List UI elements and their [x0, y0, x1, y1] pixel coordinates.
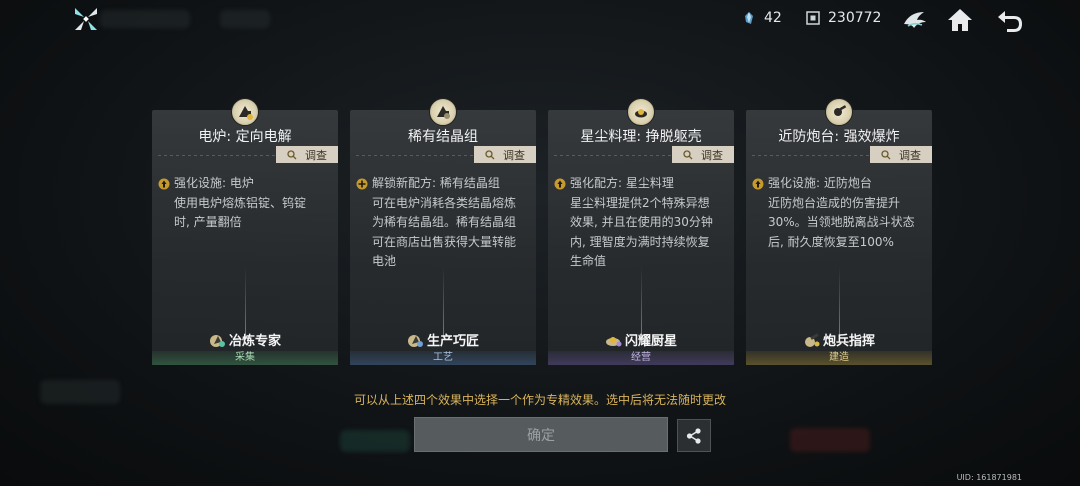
- top-bar: 42 230772: [0, 0, 1080, 40]
- desc-line: 效果, 并且在使用的30分钟: [570, 215, 713, 229]
- title-badge: 冶炼专家: [152, 330, 338, 349]
- specialization-card-crystal[interactable]: 稀有结晶组 调查 解锁新配方: 稀有结晶组 可在电炉消耗各类结晶熔炼 为稀有结晶组…: [350, 98, 536, 365]
- card-description: 强化设施: 近防炮台 近防炮台造成的伤害提升 30%。当领地脱离战斗状态 后, 耐久…: [752, 174, 924, 252]
- title-badge: 生产巧匠: [350, 330, 536, 349]
- card-glow-line: [839, 267, 840, 337]
- magnifier-icon: [287, 149, 297, 159]
- badge-label: 闪耀厨星: [624, 334, 677, 349]
- card-emblem-icon: [429, 98, 457, 126]
- badge-label: 生产巧匠: [426, 334, 479, 349]
- specialization-card-turret[interactable]: 近防炮台: 强效爆炸 调查 强化设施: 近防炮台 近防炮台造成的伤害提升 30%。…: [746, 98, 932, 365]
- investigate-label: 调查: [899, 148, 921, 162]
- upgrade-icon: [752, 178, 764, 190]
- desc-line: 电池: [372, 254, 397, 268]
- desc-line: 为稀有结晶组。稀有结晶组: [372, 215, 517, 229]
- badge-chef-icon: [605, 336, 622, 346]
- desc-line: 30%。当领地脱离战斗状态: [768, 215, 915, 229]
- investigate-label: 调查: [305, 148, 327, 162]
- category-bar: 经营: [548, 351, 734, 365]
- badge-craftsman-icon: [407, 334, 423, 347]
- upgrade-icon: [158, 178, 170, 190]
- upgrade-icon: [554, 178, 566, 190]
- desc-line: 时, 产量翻倍: [174, 215, 242, 229]
- game-logo-icon[interactable]: [72, 5, 100, 33]
- card-description: 解锁新配方: 稀有结晶组 可在电炉消耗各类结晶熔炼 为稀有结晶组。稀有结晶组 可在商…: [356, 174, 528, 272]
- investigate-button[interactable]: 调查: [870, 146, 932, 163]
- investigate-button[interactable]: 调查: [474, 146, 536, 163]
- coin-count: 230772: [828, 10, 882, 26]
- desc-line: 内, 理智度为满时持续恢复: [570, 234, 710, 249]
- desc-line: 可在商店出售获得大量转能: [372, 234, 517, 249]
- home-icon[interactable]: [945, 6, 975, 34]
- share-icon: [686, 427, 701, 444]
- card-description: 强化配方: 星尘料理 星尘料理提供2个特殊异想 效果, 并且在使用的30分钟 内, …: [554, 174, 726, 272]
- desc-line: 后, 耐久度恢复至100%: [768, 234, 894, 249]
- magnifier-icon: [485, 149, 495, 159]
- title-badge: 闪耀厨星: [548, 330, 734, 349]
- share-button[interactable]: [677, 419, 711, 452]
- desc-line: 使用电炉熔炼铝锭、钨锭: [174, 195, 307, 210]
- badge-smelter-icon: [209, 334, 225, 347]
- crystal-resource: 42: [742, 10, 782, 26]
- back-icon[interactable]: [995, 6, 1025, 34]
- desc-line: 近防炮台造成的伤害提升: [768, 195, 901, 210]
- desc-effect: 解锁新配方: 稀有结晶组: [372, 176, 500, 190]
- card-title: 星尘料理: 挣脱躯壳: [580, 129, 702, 145]
- magnifier-icon: [683, 149, 693, 159]
- card-glow-line: [245, 267, 246, 337]
- crystal-icon: [745, 12, 753, 24]
- specialization-card-smelting[interactable]: 电炉: 定向电解 调查 强化设施: 电炉 使用电炉熔炼铝锭、钨锭 时, 产量翻倍 …: [152, 98, 338, 365]
- category-bar: 采集: [152, 351, 338, 365]
- background-decor: [790, 428, 870, 452]
- card-glow-line: [641, 267, 642, 337]
- card-emblem-icon: [825, 98, 853, 126]
- category-bar: 工艺: [350, 351, 536, 365]
- coin-resource: 230772: [806, 10, 881, 26]
- investigate-label: 调查: [503, 148, 525, 162]
- investigate-label: 调查: [701, 148, 723, 162]
- coin-icon: [806, 11, 820, 25]
- card-glow-line: [443, 267, 444, 337]
- badge-label: 炮兵指挥: [822, 334, 875, 349]
- background-decor: [340, 430, 410, 452]
- category-bar: 建造: [746, 351, 932, 365]
- title-badge: 炮兵指挥: [746, 330, 932, 349]
- card-title: 近防炮台: 强效爆炸: [778, 129, 900, 145]
- investigate-button[interactable]: 调查: [276, 146, 338, 163]
- unlock-icon: [356, 178, 368, 190]
- selection-notice: 可以从上述四个效果中选择一个作为专精效果。选中后将无法随时更改: [353, 393, 726, 407]
- desc-effect: 强化设施: 近防炮台: [768, 176, 872, 190]
- badge-label: 冶炼专家: [228, 334, 281, 349]
- desc-line: 可在电炉消耗各类结晶熔炼: [372, 195, 517, 210]
- card-description: 强化设施: 电炉 使用电炉熔炼铝锭、钨锭 时, 产量翻倍: [158, 174, 330, 233]
- card-emblem-icon: [231, 98, 259, 126]
- desc-effect: 强化设施: 电炉: [174, 176, 254, 190]
- desc-line: 生命值: [570, 254, 607, 268]
- badge-artillery-icon: [804, 332, 820, 347]
- card-emblem-icon: [627, 98, 655, 126]
- investigate-button[interactable]: 调查: [672, 146, 734, 163]
- confirm-label: 确定: [527, 427, 555, 444]
- specialization-card-cooking[interactable]: 星尘料理: 挣脱躯壳 调查 强化配方: 星尘料理 星尘料理提供2个特殊异想 效果,…: [548, 98, 734, 365]
- card-title: 电炉: 定向电解: [198, 129, 292, 145]
- confirm-button[interactable]: 确定: [414, 417, 668, 452]
- crystal-count: 42: [764, 10, 782, 26]
- user-id: UID: 161871981: [956, 473, 1022, 482]
- card-title: 稀有结晶组: [408, 129, 478, 145]
- magnifier-icon: [881, 149, 891, 159]
- desc-line: 星尘料理提供2个特殊异想: [570, 195, 710, 210]
- desc-effect: 强化配方: 星尘料理: [570, 176, 674, 190]
- faction-emblem-icon[interactable]: [900, 6, 930, 34]
